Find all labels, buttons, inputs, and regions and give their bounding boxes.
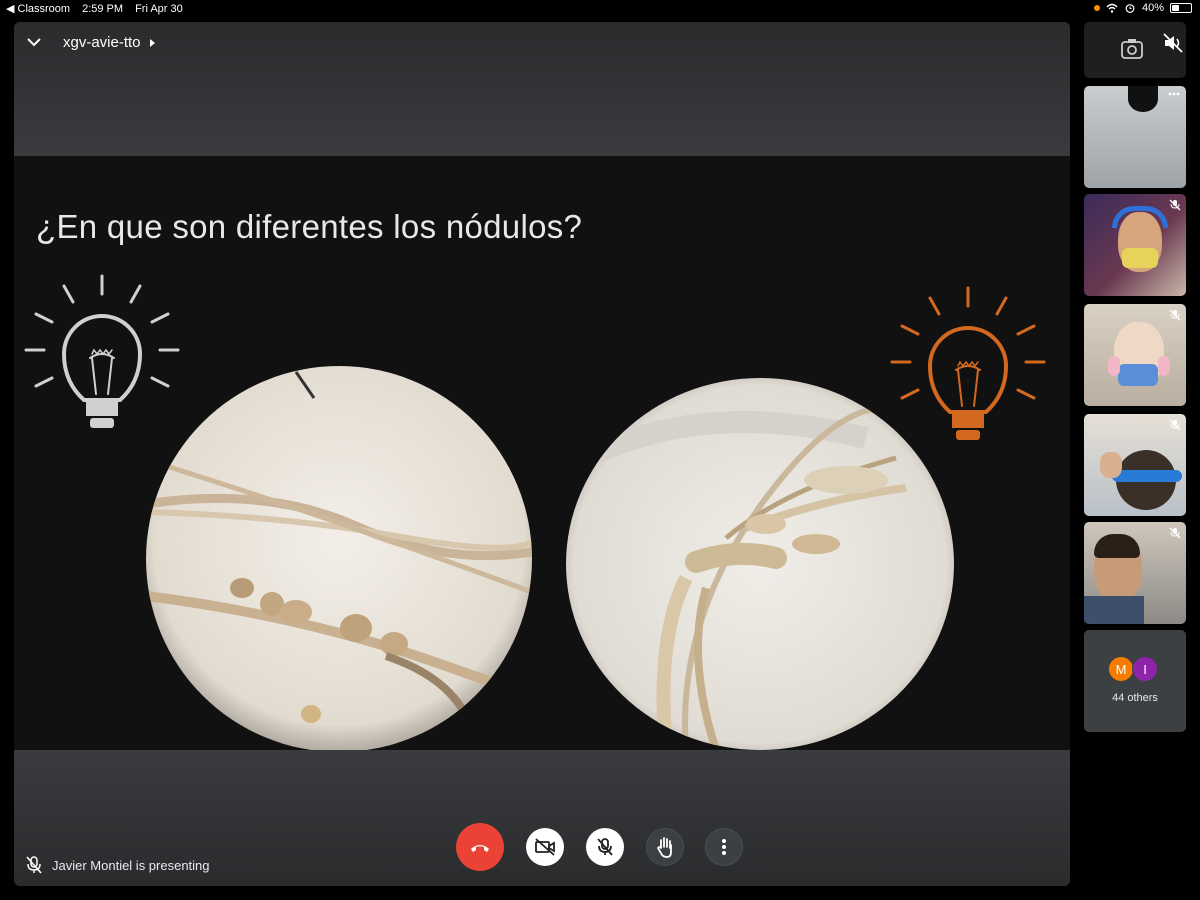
- slide-title: ¿En que son diferentes los nódulos?: [36, 208, 583, 245]
- participant-video: [1128, 86, 1158, 112]
- recording-indicator-icon: [1093, 5, 1100, 11]
- back-to-app-link[interactable]: ◀ Classroom: [6, 2, 70, 15]
- presenting-indicator: Javier Montiel is presenting: [26, 856, 210, 874]
- bottom-bar: Javier Montiel is presenting: [14, 750, 1070, 886]
- battery-percent: 40%: [1141, 2, 1164, 14]
- wifi-icon: [1106, 3, 1118, 13]
- avatar: M: [1108, 656, 1134, 682]
- mic-off-icon: [1169, 309, 1181, 321]
- speaker-off-icon[interactable]: [1162, 32, 1184, 54]
- more-icon[interactable]: [1168, 92, 1180, 96]
- caret-right-icon: [149, 38, 155, 47]
- battery-icon: [1170, 3, 1192, 13]
- avatar: I: [1132, 656, 1158, 682]
- camera-toggle-button[interactable]: [526, 828, 564, 866]
- self-view-tile[interactable]: [1084, 22, 1186, 78]
- participant-tile[interactable]: [1084, 522, 1186, 624]
- mic-off-icon: [597, 838, 613, 856]
- lightbulb-icon-left: [24, 274, 180, 428]
- mic-off-icon: [1169, 527, 1181, 539]
- participant-tile[interactable]: [1084, 86, 1186, 188]
- status-date: Fri Apr 30: [135, 2, 183, 15]
- camera-off-icon: [535, 838, 555, 856]
- microscope-image-left: [146, 366, 532, 750]
- phone-hangup-icon: [471, 845, 489, 852]
- microscope-image-right: [566, 378, 954, 750]
- lightbulb-icon-right: [890, 286, 1046, 440]
- status-bar: ◀ Classroom 2:59 PM Fri Apr 30 40%: [0, 0, 1200, 18]
- more-icon: [722, 839, 726, 855]
- others-tile[interactable]: M I 44 others: [1084, 630, 1186, 732]
- end-call-button[interactable]: [456, 823, 504, 871]
- meeting-code-button[interactable]: xgv-avie-tto: [63, 34, 156, 51]
- participant-tile[interactable]: [1084, 194, 1186, 296]
- presenting-text: Javier Montiel is presenting: [52, 857, 210, 873]
- mic-off-icon: [1169, 199, 1181, 211]
- meeting-stage: xgv-avie-tto ¿En que son diferentes los …: [14, 22, 1070, 886]
- raise-hand-button[interactable]: [646, 828, 684, 866]
- status-time: 2:59 PM: [82, 2, 124, 15]
- meeting-code-label: xgv-avie-tto: [63, 34, 141, 51]
- mic-toggle-button[interactable]: [586, 828, 624, 866]
- others-count-label: 44 others: [1112, 692, 1158, 704]
- camera-switch-icon[interactable]: [1118, 36, 1148, 64]
- top-bar: xgv-avie-tto: [14, 22, 1070, 156]
- alarm-icon: [1125, 4, 1135, 13]
- raise-hand-icon: [656, 837, 672, 858]
- participant-tile[interactable]: [1084, 414, 1186, 516]
- mic-off-icon: [1169, 419, 1181, 431]
- mic-off-icon: [26, 856, 42, 874]
- participant-tile[interactable]: [1084, 304, 1186, 406]
- chevron-down-icon[interactable]: [24, 34, 44, 50]
- more-options-button[interactable]: [705, 828, 743, 866]
- presentation-slide: ¿En que son diferentes los nódulos?: [14, 156, 1070, 750]
